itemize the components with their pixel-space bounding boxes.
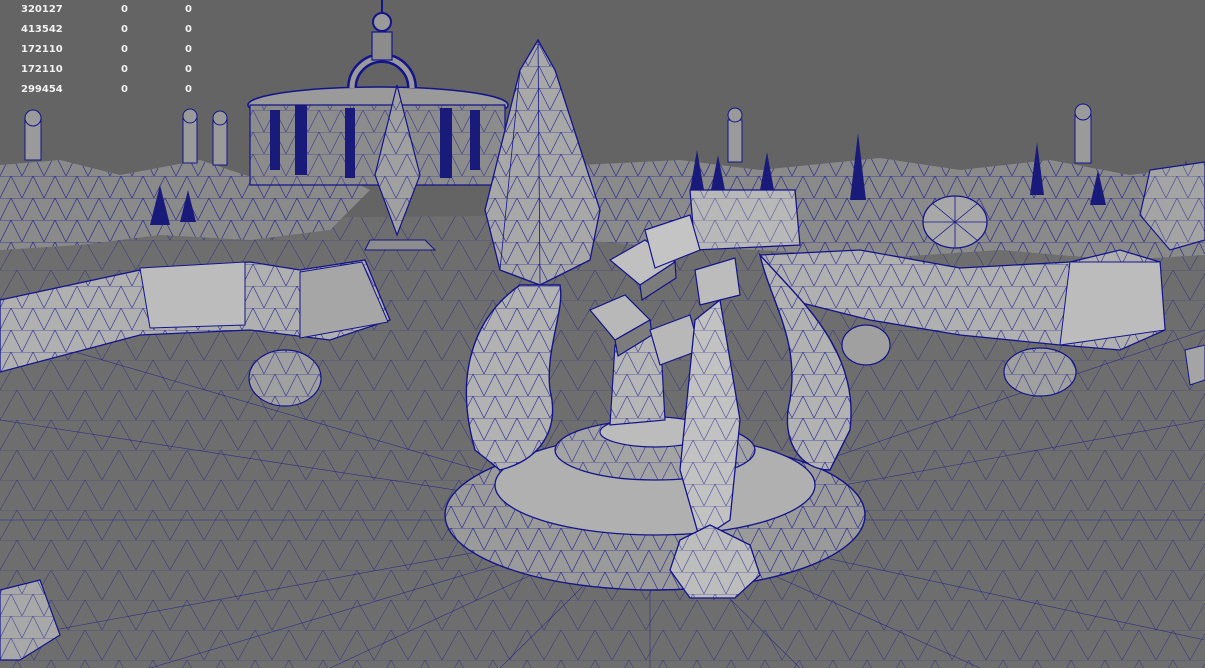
hud-row-vertices: 320127 0 0 [0,0,200,20]
hud-value: 0 [185,4,192,15]
hud-value: 413542 [21,24,63,35]
hud-value: 0 [121,4,128,15]
hud-value: 299454 [21,84,63,95]
hud-value: 0 [121,24,128,35]
hud-value: 320127 [21,4,63,15]
small-cart-left [248,349,322,407]
hud-value: 0 [185,64,192,75]
hud-value: 0 [121,44,128,55]
hud-value: 0 [121,64,128,75]
hud-row-uvs: 299454 0 0 [0,80,200,100]
hud-value: 172110 [21,44,63,55]
hud-row-tris: 172110 0 0 [0,60,200,80]
wireframe-scene[interactable] [0,0,1205,668]
hud-value: 0 [185,44,192,55]
hud-row-edges: 413542 0 0 [0,20,200,40]
hud-value: 0 [121,84,128,95]
hud-value: 172110 [21,64,63,75]
hud-value: 0 [185,24,192,35]
3d-viewport[interactable]: 320127 0 0 413542 0 0 172110 0 0 172110 … [0,0,1205,668]
hud-row-faces: 172110 0 0 [0,40,200,60]
hud-value: 0 [185,84,192,95]
poly-count-hud: 320127 0 0 413542 0 0 172110 0 0 172110 … [0,0,200,100]
